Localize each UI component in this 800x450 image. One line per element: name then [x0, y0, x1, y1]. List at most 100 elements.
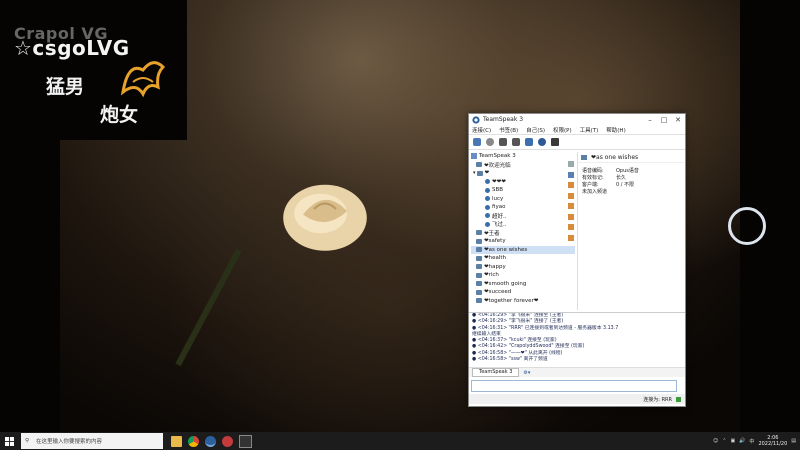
tree-channel[interactable]: ❤health: [471, 254, 575, 263]
app-task-icon[interactable]: [222, 435, 233, 447]
chat-line: ● <04:16:58> "ssw" 离开了频道: [472, 357, 548, 363]
chat-log[interactable]: ● <04:16:29> "李飞很米" 连接至 (王者) ● <04:16:29…: [469, 313, 685, 365]
logo-line-1: 猛男: [46, 76, 85, 98]
file-explorer-icon[interactable]: [171, 435, 182, 447]
tree-channel[interactable]: ❤happy: [471, 263, 575, 272]
tree-channel[interactable]: ❤rich: [471, 271, 575, 280]
tree-label: ❤❤❤: [492, 178, 506, 185]
channel-tree[interactable]: TeamSpeak 3 ❤欢迎光临 ▾ ❤ ❤❤❤ SBB lucy fiyao …: [471, 152, 575, 310]
close-button[interactable]: ✕: [671, 116, 685, 124]
chevron-down-icon[interactable]: ▾: [473, 170, 476, 176]
tree-channel[interactable]: ❤smooth going: [471, 280, 575, 289]
input-method-label[interactable]: 中: [749, 438, 754, 445]
tree-label: ❤rich: [484, 272, 499, 279]
clock-date: 2022/11/20: [758, 441, 788, 447]
tree-label: ❤safety: [484, 238, 506, 245]
chrome-icon[interactable]: [188, 435, 199, 447]
info-key: 语音编码:: [582, 168, 604, 174]
terminal-task-icon[interactable]: [239, 434, 252, 448]
contacts-icon[interactable]: [538, 138, 546, 146]
logo-line-2: 炮女: [100, 104, 139, 126]
microphone-icon[interactable]: [499, 138, 507, 146]
tree-channel[interactable]: ❤succeed: [471, 288, 575, 297]
chat-tab-server[interactable]: TeamSpeak 3: [472, 368, 520, 377]
info-key: 有效标记:: [582, 175, 604, 181]
clock[interactable]: 2:06 2022/11/20: [758, 435, 787, 447]
notification-icon[interactable]: ▤: [791, 438, 796, 444]
info-value: 0 / 不限: [616, 182, 635, 188]
menu-help[interactable]: 帮助(H): [606, 126, 625, 134]
tree-label: TeamSpeak 3: [479, 153, 516, 160]
channel-icon: [476, 162, 482, 168]
channel-icon: [476, 289, 482, 295]
taskbar: ⚲ 在这里输入你要搜索的内容 ☺ ⌃ ▣ 🔊 中 2:06 2022/11/20…: [0, 432, 800, 450]
people-icon[interactable]: ☺: [713, 438, 718, 444]
menu-permissions[interactable]: 权限(P): [553, 126, 572, 134]
channel-icon: [476, 281, 482, 287]
menu-self[interactable]: 自己(S): [526, 126, 545, 134]
server-icon: [471, 153, 477, 160]
info-row: 有效标记: 长久: [578, 174, 684, 181]
tree-channel-selected[interactable]: ❤as one wishes: [471, 245, 575, 254]
toolbar: [469, 135, 685, 150]
teamspeak-icon: [472, 115, 480, 124]
tree-channel[interactable]: ❤safety: [471, 237, 575, 246]
menu-connections[interactable]: 连接(C): [472, 126, 491, 134]
tree-label: ❤王者: [484, 230, 500, 237]
tree-user[interactable]: fiyao: [471, 203, 575, 212]
info-key: 未加入频道: [582, 189, 608, 195]
volume-icon[interactable]: 🔊: [739, 438, 745, 444]
whisper-icon[interactable]: [551, 138, 559, 146]
menu-tools[interactable]: 工具(T): [580, 126, 599, 134]
tree-channel[interactable]: ▾ ❤: [471, 169, 575, 178]
title-bar[interactable]: TeamSpeak 3 – □ ✕: [469, 114, 685, 125]
status-bar: 连接为: RRR: [469, 394, 685, 404]
taskbar-apps: [171, 434, 252, 448]
window-title: TeamSpeak 3: [483, 116, 524, 123]
menu-bookmarks[interactable]: 书签(B): [499, 126, 518, 134]
tree-user[interactable]: ❤❤❤: [471, 178, 575, 187]
channel-icon: [476, 247, 482, 253]
bookmark-icon[interactable]: [525, 138, 533, 146]
tree-user[interactable]: 超好..: [471, 212, 575, 221]
channel-icon: [476, 238, 482, 244]
user-icon: [485, 213, 490, 219]
connect-icon[interactable]: [473, 138, 481, 146]
tree-channel[interactable]: ❤together forever❤: [471, 297, 575, 306]
channel-icon: [476, 272, 482, 278]
user-icon: [485, 196, 490, 202]
info-value: 长久: [616, 175, 627, 181]
teamspeak-window[interactable]: TeamSpeak 3 – □ ✕ 连接(C) 书签(B) 自己(S) 权限(P…: [468, 113, 766, 407]
chat-input[interactable]: [471, 380, 677, 392]
chevron-up-icon[interactable]: ⌃: [722, 438, 726, 444]
network-icon[interactable]: ▣: [730, 438, 735, 444]
speaker-icon[interactable]: [512, 138, 520, 146]
windows-icon: [4, 436, 14, 446]
dragon-icon: [120, 61, 166, 98]
teamspeak-task-icon[interactable]: [205, 435, 216, 447]
search-icon: ⚲: [25, 438, 30, 444]
tree-channel[interactable]: ❤王者: [471, 229, 575, 238]
tree-user[interactable]: SBB: [471, 186, 575, 195]
tree-label: SBB: [492, 187, 504, 194]
taskbar-search[interactable]: ⚲ 在这里输入你要搜索的内容: [21, 433, 163, 449]
search-placeholder: 在这里输入你要搜索的内容: [36, 439, 103, 445]
channel-icon: [581, 154, 587, 160]
chat-settings-icon[interactable]: ⚙▾: [523, 370, 530, 376]
menu-bar: 连接(C) 书签(B) 自己(S) 权限(P) 工具(T) 帮助(H): [469, 125, 685, 135]
start-button[interactable]: [0, 432, 18, 450]
maximize-button[interactable]: □: [657, 116, 671, 124]
channel-icon: [476, 170, 483, 176]
logo-title: ☆csgoLVG: [14, 36, 130, 60]
channel-icon: [476, 264, 482, 270]
tree-user[interactable]: 飞过..: [471, 220, 575, 229]
tree-user[interactable]: lucy: [471, 195, 575, 204]
info-value: Opus语音: [616, 168, 639, 174]
away-icon[interactable]: [486, 138, 494, 146]
channel-logo: Crapol VG ☆csgoLVG 猛男 炮女: [0, 0, 187, 140]
info-header: ❤as one wishes: [578, 152, 684, 163]
tree-label: ❤: [484, 170, 490, 177]
tree-server[interactable]: TeamSpeak 3: [471, 152, 575, 161]
minimize-button[interactable]: –: [643, 116, 657, 124]
tree-channel[interactable]: ❤欢迎光临: [471, 161, 575, 170]
